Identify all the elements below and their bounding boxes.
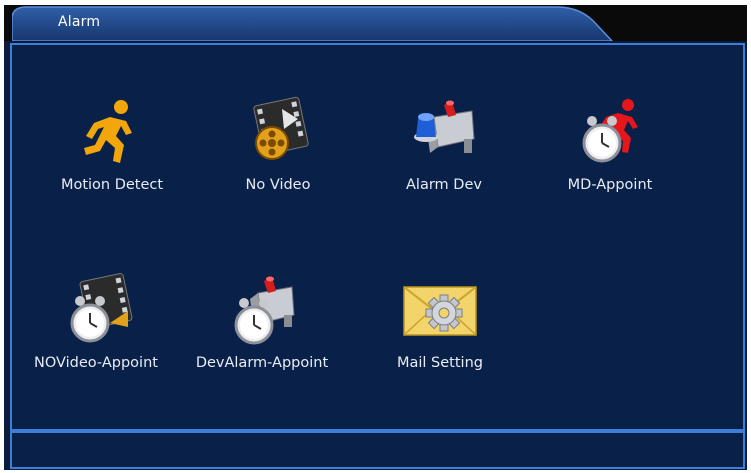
- menu-item-md-appoint[interactable]: MD-Appoint: [520, 95, 700, 193]
- alarm-window: Alarm Motion Detect No Video Alarm Dev M…: [4, 5, 747, 470]
- alarm-siren-device-icon: [402, 95, 486, 169]
- menu-item-motion-detect[interactable]: Motion Detect: [22, 95, 202, 193]
- menu-item-novideo-appoint[interactable]: NOVideo-Appoint: [6, 273, 186, 371]
- video-film-icon: [236, 95, 320, 169]
- clock-alarm-device-icon: [220, 273, 304, 347]
- status-bar: [10, 431, 745, 469]
- window-title: Alarm: [58, 14, 101, 30]
- clock-running-man-icon: [568, 95, 652, 169]
- title-tab: Alarm: [12, 5, 622, 41]
- menu-item-label: NOVideo-Appoint: [34, 355, 158, 371]
- menu-item-label: No Video: [245, 177, 311, 193]
- menu-item-label: MD-Appoint: [567, 177, 653, 193]
- clock-film-icon: [54, 273, 138, 347]
- menu-item-label: DevAlarm-Appoint: [195, 355, 329, 371]
- menu-item-no-video[interactable]: No Video: [188, 95, 368, 193]
- menu-item-label: Mail Setting: [397, 355, 483, 371]
- menu-item-mail-setting[interactable]: Mail Setting: [350, 273, 530, 371]
- menu-item-label: Motion Detect: [60, 177, 164, 193]
- menu-item-alarm-dev[interactable]: Alarm Dev: [354, 95, 534, 193]
- menu-item-devalarm-appoint[interactable]: DevAlarm-Appoint: [172, 273, 352, 371]
- running-man-icon: [70, 95, 154, 169]
- mail-gear-icon: [398, 273, 482, 347]
- alarm-menu-panel: Motion Detect No Video Alarm Dev MD-Appo…: [10, 43, 745, 431]
- menu-item-label: Alarm Dev: [406, 177, 482, 193]
